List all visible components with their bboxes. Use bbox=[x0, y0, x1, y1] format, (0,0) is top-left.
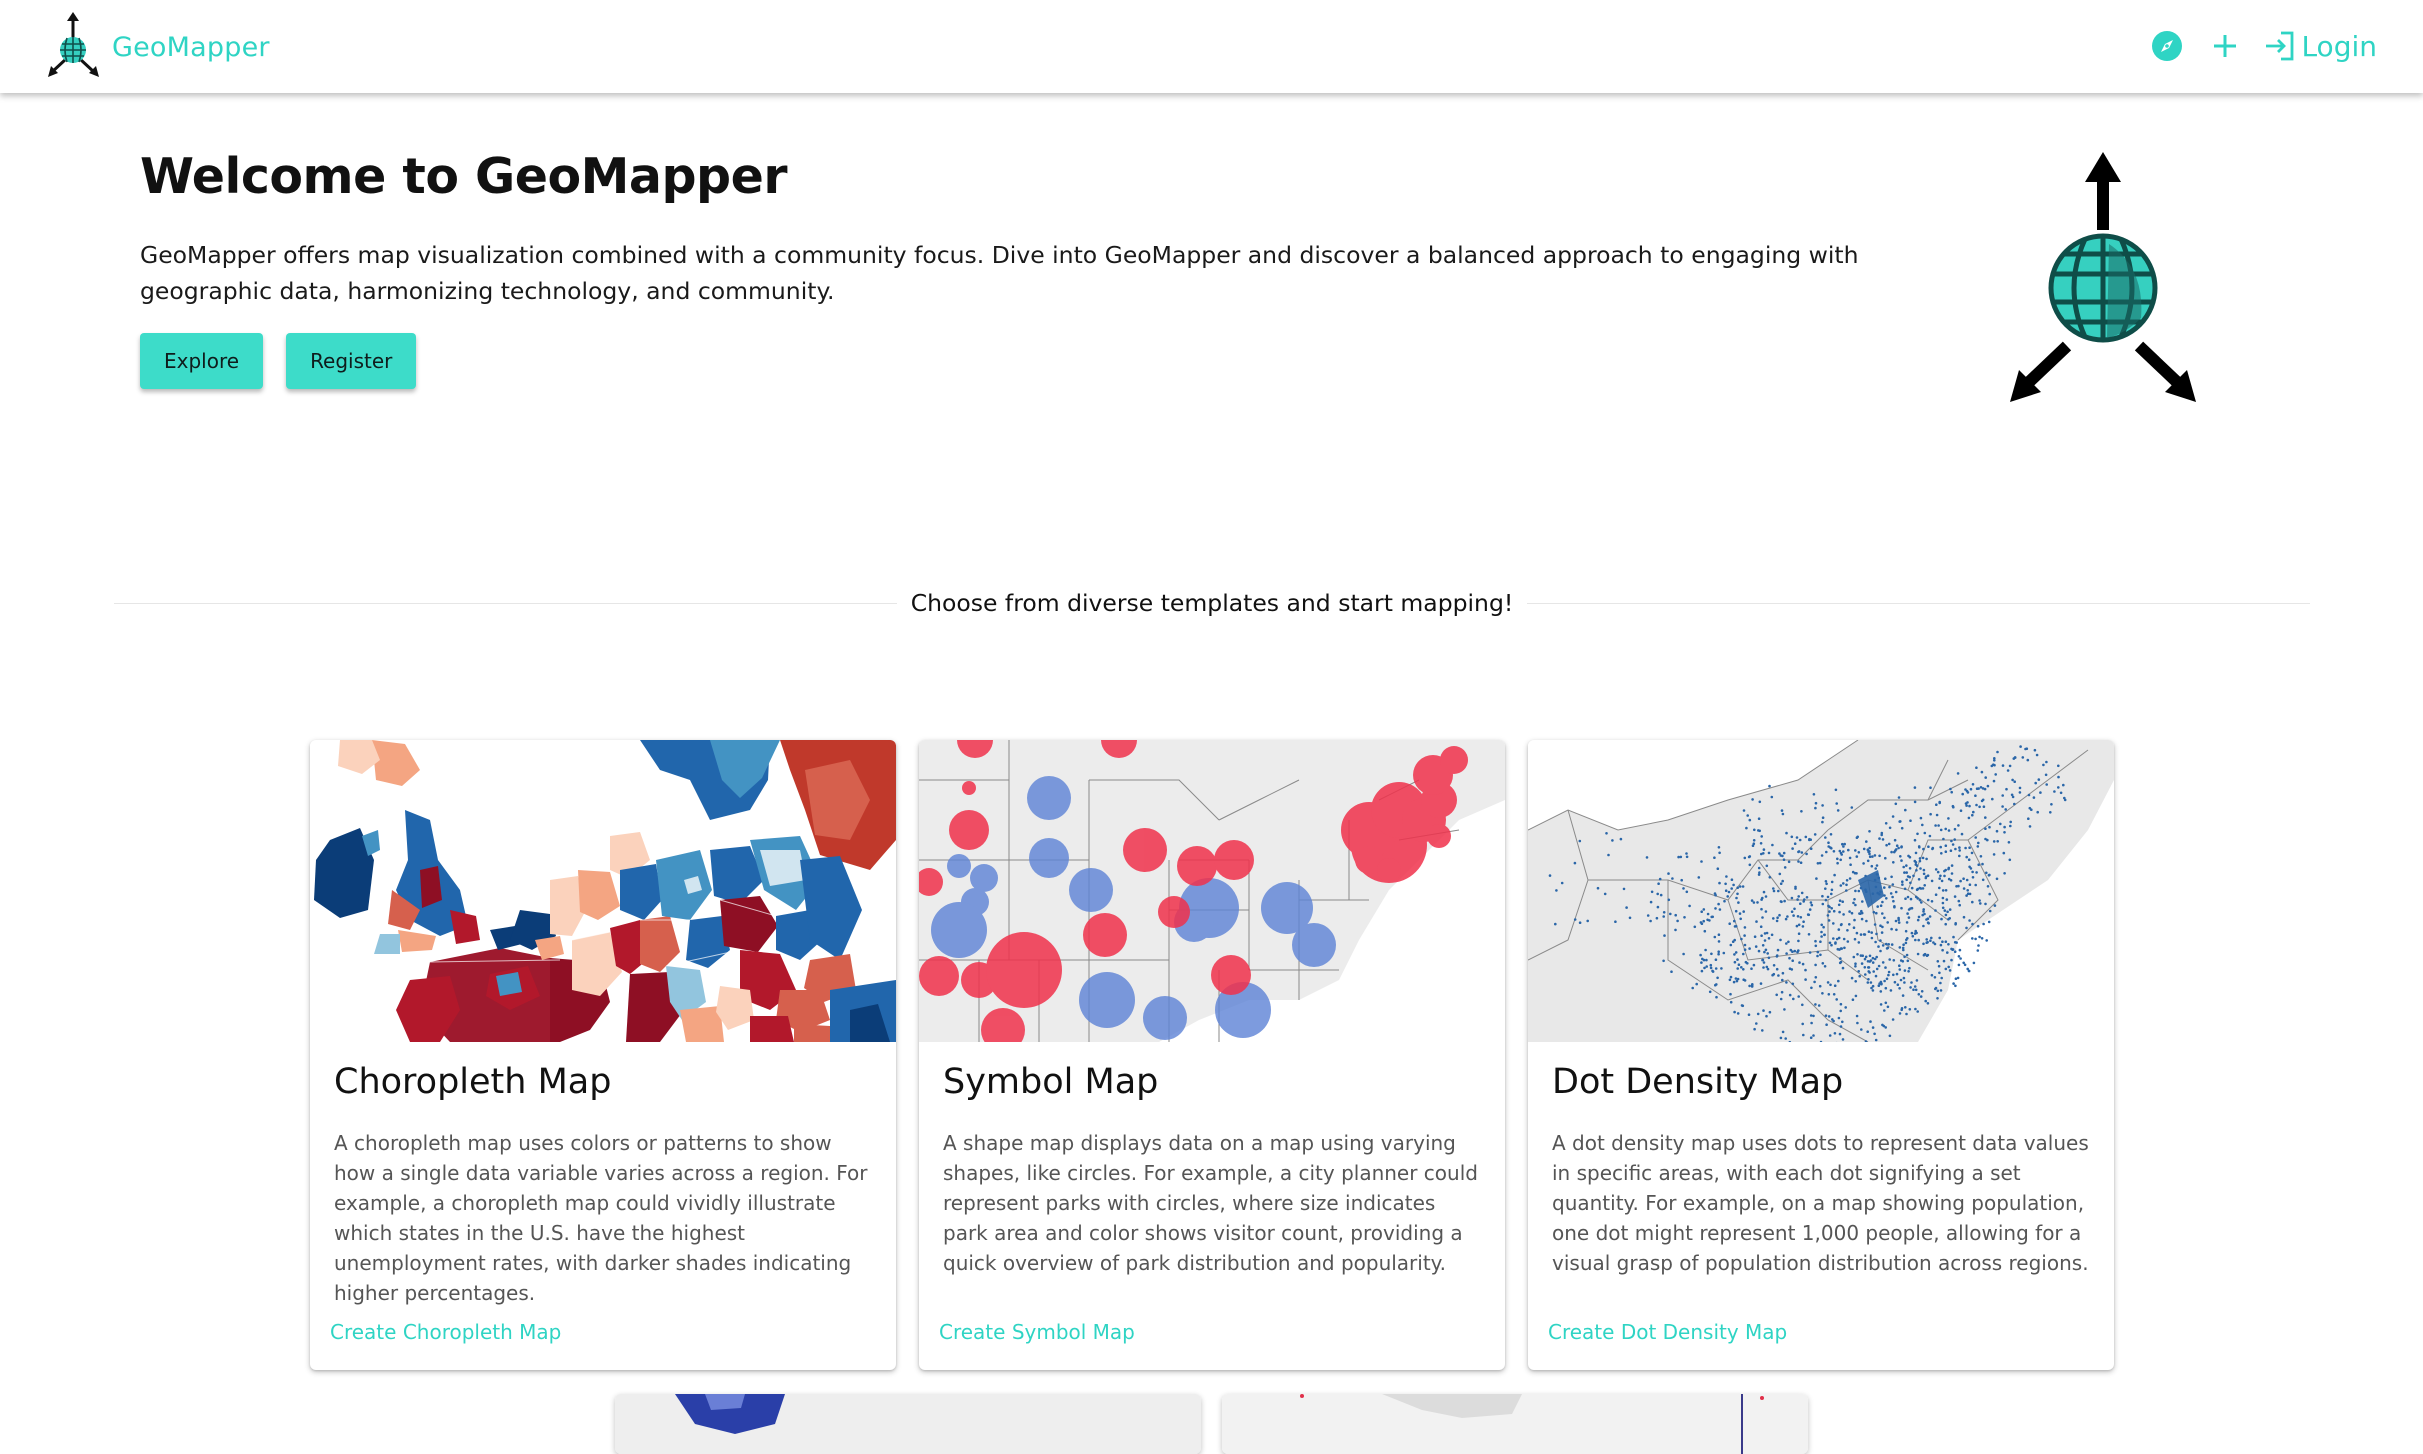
compass-icon bbox=[2150, 29, 2184, 63]
card-description: A choropleth map uses colors or patterns… bbox=[334, 1128, 874, 1308]
explore-nav-button[interactable] bbox=[2147, 26, 2187, 66]
template-card-dot-density: Dot Density Map A dot density map uses d… bbox=[1528, 740, 2114, 1370]
card-title: Dot Density Map bbox=[1552, 1062, 1843, 1102]
create-choropleth-link[interactable]: Create Choropleth Map bbox=[330, 1320, 561, 1344]
dot-density-preview-image bbox=[1528, 740, 2114, 1042]
brand-name: GeoMapper bbox=[112, 32, 270, 63]
create-symbol-link[interactable]: Create Symbol Map bbox=[939, 1320, 1135, 1344]
symbol-preview-image bbox=[919, 740, 1505, 1042]
template-card-peek-1 bbox=[615, 1394, 1201, 1454]
hero-description: GeoMapper offers map visualization combi… bbox=[140, 237, 1900, 309]
app-bar: GeoMapper Login bbox=[0, 0, 2423, 93]
hero-buttons: Explore Register bbox=[140, 333, 416, 389]
plus-icon bbox=[2210, 31, 2240, 61]
header-actions: Login bbox=[2147, 24, 2377, 68]
card-title: Choropleth Map bbox=[334, 1062, 611, 1102]
template-card-peek-2 bbox=[1222, 1394, 1808, 1454]
card-description: A dot density map uses dots to represent… bbox=[1552, 1128, 2092, 1278]
create-dot-density-link[interactable]: Create Dot Density Map bbox=[1548, 1320, 1787, 1344]
card-title: Symbol Map bbox=[943, 1062, 1158, 1102]
create-map-button[interactable] bbox=[2205, 26, 2245, 66]
login-button[interactable]: Login bbox=[2263, 29, 2377, 63]
hero-title: Welcome to GeoMapper bbox=[140, 148, 787, 205]
login-label: Login bbox=[2301, 30, 2377, 63]
divider-text: Choose from diverse templates and start … bbox=[897, 589, 1528, 617]
templates-divider: Choose from diverse templates and start … bbox=[114, 585, 2310, 621]
login-icon bbox=[2263, 29, 2297, 63]
choropleth-preview-image bbox=[310, 740, 896, 1042]
card-description: A shape map displays data on a map using… bbox=[943, 1128, 1483, 1278]
template-card-choropleth: Choropleth Map A choropleth map uses col… bbox=[310, 740, 896, 1370]
template-card-symbol: Symbol Map A shape map displays data on … bbox=[919, 740, 1505, 1370]
register-button[interactable]: Register bbox=[286, 333, 416, 389]
explore-button[interactable]: Explore bbox=[140, 333, 263, 389]
brand-link[interactable]: GeoMapper bbox=[46, 5, 270, 89]
geomapper-logo-icon bbox=[46, 11, 102, 83]
preview-image-partial bbox=[615, 1394, 1201, 1454]
preview-image-partial bbox=[1222, 1394, 1808, 1454]
geomapper-hero-logo-icon bbox=[2005, 148, 2201, 408]
